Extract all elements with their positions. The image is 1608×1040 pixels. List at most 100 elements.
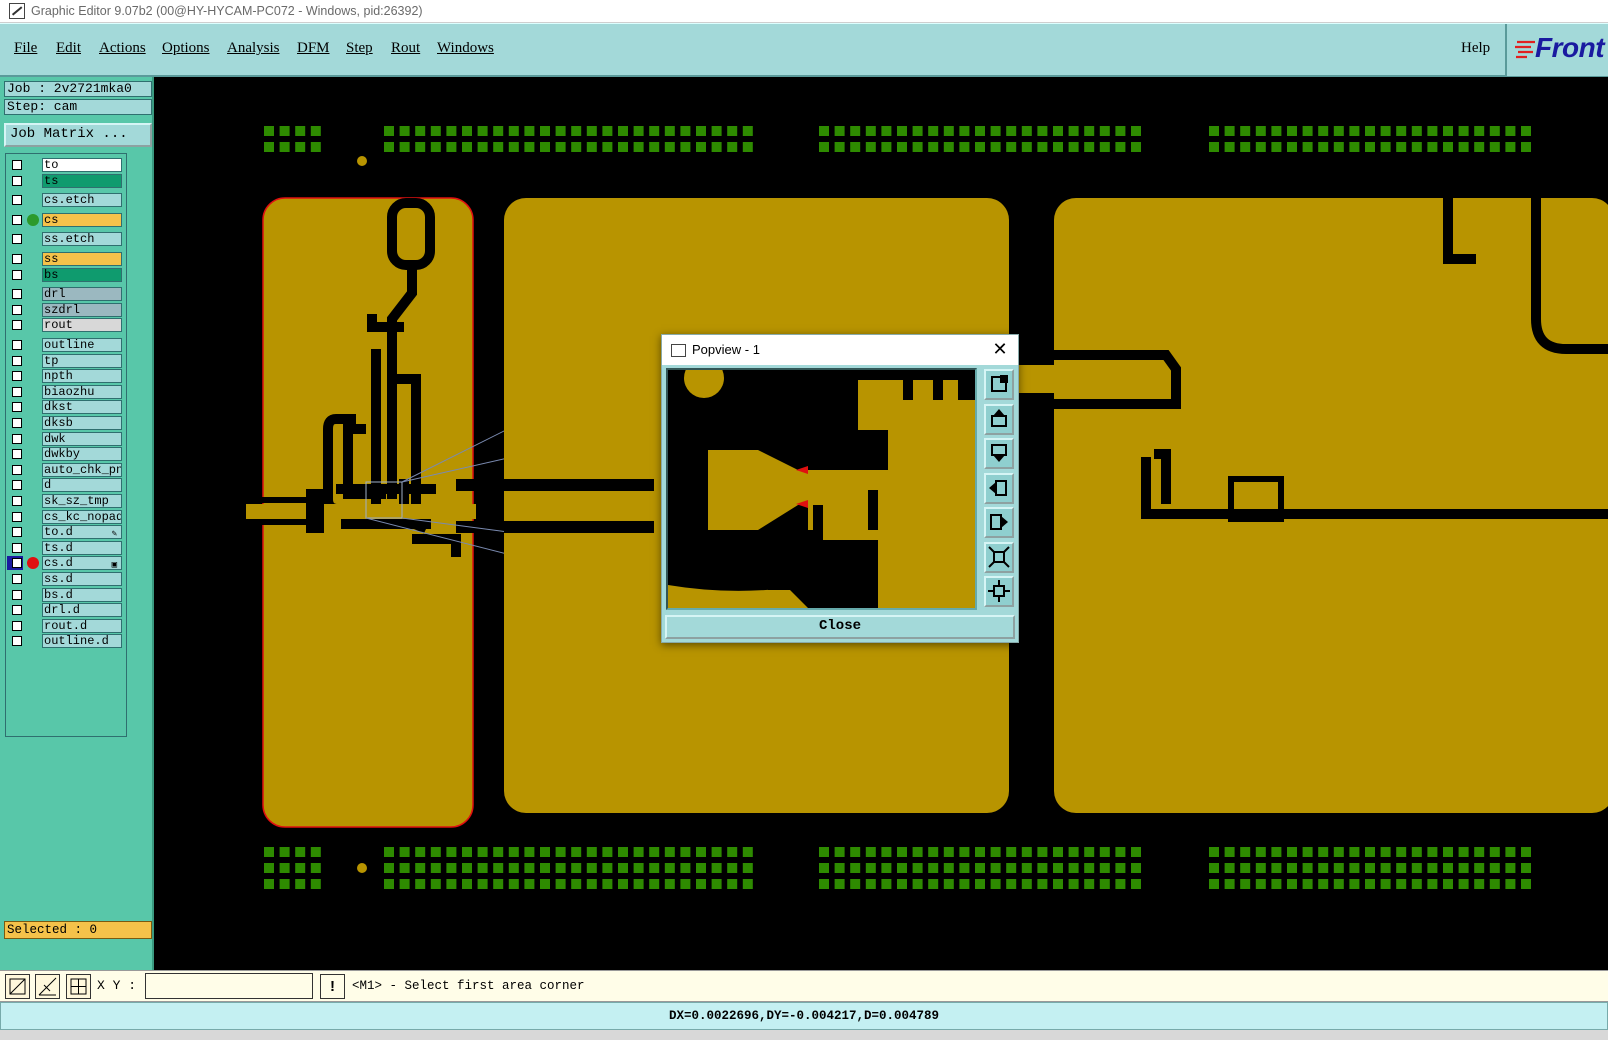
layer-row-ss-etch[interactable]: ss.etch <box>7 232 125 247</box>
menu-options[interactable]: Options <box>162 40 210 57</box>
pan-up-icon[interactable] <box>984 403 1014 435</box>
layer-label[interactable]: ts.d <box>42 540 122 555</box>
layer-row-ss[interactable]: ss <box>7 252 125 266</box>
layer-row-dkst[interactable]: dkst <box>7 400 125 415</box>
layer-affected-indicator[interactable] <box>27 557 39 570</box>
layer-label[interactable]: sk_sz_tmp <box>42 494 122 508</box>
layer-checkbox[interactable] <box>12 175 22 186</box>
layer-row-ts[interactable]: ts <box>7 173 125 188</box>
layer-label[interactable]: ss.d <box>42 572 122 586</box>
layer-checkbox[interactable] <box>12 355 22 366</box>
layer-label[interactable]: drl <box>42 287 122 302</box>
layer-row-dwkby[interactable]: dwkby <box>7 447 125 462</box>
layer-checkbox[interactable] <box>12 589 22 600</box>
layer-row-rout[interactable]: rout <box>7 318 125 333</box>
job-matrix-button[interactable]: Job Matrix ... <box>4 123 152 147</box>
layer-row-bs-d[interactable]: bs.d <box>7 587 125 602</box>
layer-label[interactable]: ss <box>42 252 122 266</box>
layer-label[interactable]: rout.d <box>42 618 122 633</box>
layer-label[interactable]: dkst <box>42 400 122 415</box>
popview-canvas[interactable] <box>666 368 977 610</box>
layer-label[interactable]: ▣ cs.d <box>42 556 122 571</box>
layer-row-ts-d[interactable]: ts.d <box>7 540 125 555</box>
layer-row-tp[interactable]: tp <box>7 353 125 368</box>
layer-row-bs[interactable]: bs <box>7 267 125 282</box>
layer-row-dwk[interactable]: dwk <box>7 431 125 446</box>
layer-checkbox[interactable] <box>12 574 22 584</box>
layer-checkbox[interactable] <box>12 496 22 506</box>
layer-row-to[interactable]: to <box>7 158 125 172</box>
layer-label[interactable]: ✎ to.d <box>42 525 122 540</box>
layer-row-szdrl[interactable]: szdrl <box>7 302 125 317</box>
zoom-home-icon[interactable] <box>984 576 1014 607</box>
layer-label[interactable]: outline <box>42 338 122 352</box>
layer-label[interactable]: to <box>42 158 122 172</box>
layer-row-cs-etch[interactable]: cs.etch <box>7 193 125 208</box>
grid-mode-icon[interactable] <box>66 974 91 999</box>
layer-checkbox[interactable] <box>12 433 22 444</box>
menu-edit[interactable]: Edit <box>56 40 81 57</box>
layer-label[interactable]: szdrl <box>42 302 122 317</box>
layer-row-d[interactable]: d <box>7 478 125 493</box>
menu-step[interactable]: Step <box>346 40 373 57</box>
layer-checkbox[interactable] <box>12 636 22 647</box>
layer-checkbox[interactable] <box>12 480 22 491</box>
layer-checkbox[interactable] <box>12 449 22 460</box>
popview-close-button[interactable]: Close <box>665 615 1015 639</box>
layer-checkbox[interactable] <box>12 269 22 280</box>
menu-file[interactable]: File <box>14 40 37 57</box>
menu-dfm[interactable]: DFM <box>297 40 330 57</box>
menu-analysis[interactable]: Analysis <box>227 40 280 57</box>
layer-label[interactable]: ts <box>42 173 122 188</box>
layer-row-cs-kc-nopad[interactable]: cs_kc_nopad <box>7 509 125 524</box>
close-icon[interactable]: ✕ <box>990 339 1010 359</box>
layer-row-cs-d[interactable]: ▣ cs.d <box>7 556 125 571</box>
layer-label[interactable]: cs.etch <box>42 193 122 208</box>
layer-label[interactable]: npth <box>42 369 122 384</box>
layer-row-cs[interactable]: cs <box>7 212 125 227</box>
zoom-window-icon[interactable] <box>984 369 1014 400</box>
layer-row-npth[interactable]: npth <box>7 369 125 384</box>
layer-checkbox[interactable] <box>12 289 22 300</box>
menu-actions[interactable]: Actions <box>99 40 146 57</box>
popview-titlebar[interactable]: Popview - 1 ✕ <box>662 335 1018 365</box>
pan-right-icon[interactable] <box>984 507 1014 538</box>
layer-row-drl-d[interactable]: drl.d <box>7 603 125 618</box>
layer-label[interactable]: outline.d <box>42 634 122 649</box>
layer-row-outline-d[interactable]: outline.d <box>7 634 125 649</box>
layer-checkbox[interactable] <box>12 464 22 475</box>
menu-help[interactable]: Help <box>1461 40 1490 57</box>
layer-checkbox[interactable] <box>12 195 22 206</box>
layer-label[interactable]: biaozhu <box>42 384 122 399</box>
layer-row-to-d[interactable]: ✎ to.d <box>7 525 125 540</box>
prompt-alert-icon[interactable]: ! <box>320 974 345 999</box>
layer-label[interactable]: drl.d <box>42 603 122 618</box>
layer-label[interactable]: bs <box>42 267 122 282</box>
layer-label[interactable]: d <box>42 478 122 493</box>
layer-checkbox[interactable] <box>12 304 22 315</box>
xy-input[interactable] <box>145 973 313 999</box>
layer-label[interactable]: ss.etch <box>42 232 122 247</box>
layer-checkbox[interactable] <box>12 320 22 331</box>
layer-row-outline[interactable]: outline <box>7 338 125 352</box>
layer-label[interactable]: dksb <box>42 416 122 430</box>
layer-row-rout-d[interactable]: rout.d <box>7 618 125 633</box>
pan-left-icon[interactable] <box>984 472 1014 504</box>
snap-mode-icon[interactable] <box>5 974 30 999</box>
layer-label[interactable]: tp <box>42 353 122 368</box>
layer-checkbox[interactable] <box>12 214 22 225</box>
layer-label[interactable]: bs.d <box>42 587 122 602</box>
layer-checkbox[interactable] <box>12 558 22 569</box>
layer-label[interactable]: auto_chk_pn <box>42 462 122 477</box>
layer-checkbox[interactable] <box>12 511 22 522</box>
layer-checkbox[interactable] <box>12 254 22 264</box>
layer-checkbox[interactable] <box>12 605 22 616</box>
pan-down-icon[interactable] <box>984 438 1014 469</box>
zoom-out-icon[interactable] <box>984 541 1014 573</box>
layer-checkbox[interactable] <box>12 234 22 245</box>
menu-rout[interactable]: Rout <box>391 40 420 57</box>
layer-checkbox[interactable] <box>12 371 22 382</box>
layer-checkbox[interactable] <box>12 402 22 413</box>
layer-row-auto-chk-pn[interactable]: auto_chk_pn <box>7 462 125 477</box>
layer-label[interactable]: cs <box>42 212 122 227</box>
